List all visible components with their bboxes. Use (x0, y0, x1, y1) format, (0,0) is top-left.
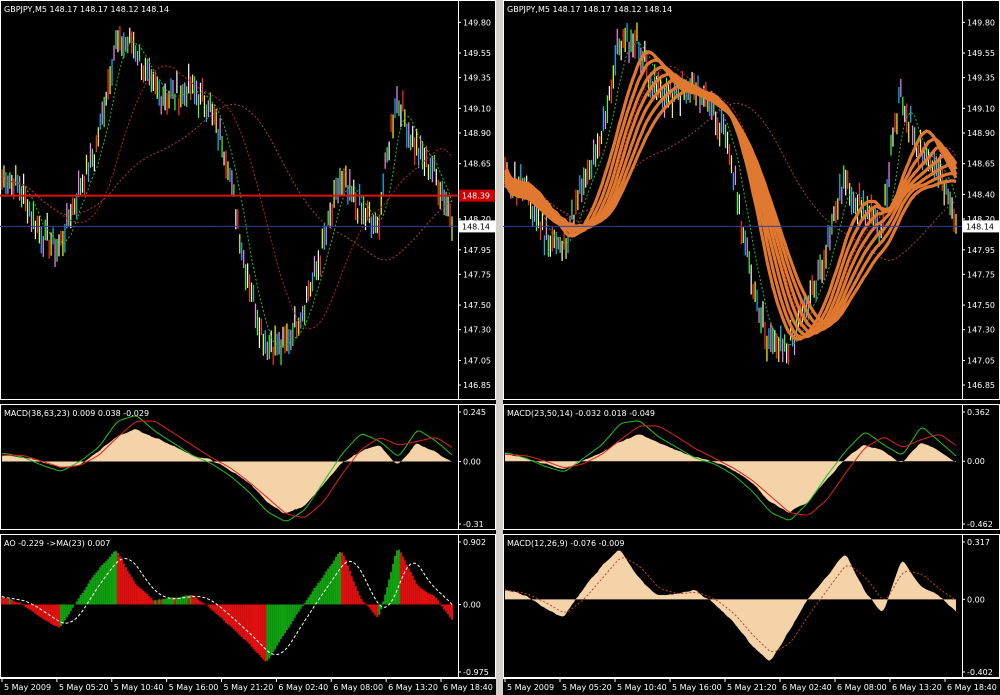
price-tick-label: 148.65 (967, 160, 995, 169)
time-label: 5 May 21:20 (727, 683, 777, 692)
indicator-tick-label: -0.31 (463, 520, 484, 529)
indicator-tick-label: 0.245 (463, 408, 486, 417)
time-label: 5 May 2009 (507, 683, 554, 692)
indicator-tick-label: -0.462 (967, 520, 993, 529)
price-tick-label: 148.90 (967, 129, 995, 138)
price-tick-label: 149.35 (967, 74, 995, 83)
chart-window-left[interactable]: 5 May 2009 5 May 05:20 5 May 10:40 5 May 16… (0, 0, 496, 695)
price-tick-label: 147.50 (463, 301, 491, 310)
price-tick-label: 147.50 (967, 301, 995, 310)
time-label: 6 May 02:40 (278, 683, 328, 692)
symbol-info: GBPJPY,M5 148.17 148.17 148.12 148.14 (4, 5, 169, 14)
time-label: 5 May 16:00 (672, 683, 722, 692)
symbol-info: GBPJPY,M5 148.17 148.17 148.12 148.14 (507, 5, 672, 14)
time-label: 5 May 21:20 (224, 683, 274, 692)
indicator-tick-label: 0.902 (463, 538, 486, 547)
price-tick-label: 149.80 (967, 18, 995, 27)
indicator-label: AO -0.229 ->MA(23) 0.007 (4, 539, 110, 548)
macd-histogram (2, 429, 452, 514)
ma-fast (504, 42, 957, 346)
current-price-label: 148.14 (966, 222, 994, 231)
time-label: 5 May 05:20 (562, 683, 612, 692)
price-tick-label: 147.95 (463, 246, 491, 255)
indicator-tick-label: 0.317 (967, 538, 990, 547)
time-label: 5 May 10:40 (114, 683, 164, 692)
price-tick-label: 147.30 (463, 326, 491, 335)
indicator-tick-label: 0.00 (967, 457, 985, 466)
price-tick-label: 149.10 (463, 104, 491, 113)
price-tick-label: 147.95 (967, 246, 995, 255)
time-label: 5 May 16:00 (169, 683, 219, 692)
chart-window-right[interactable]: 5 May 2009 5 May 05:20 5 May 10:40 5 May 16… (503, 0, 1000, 695)
time-label: 6 May 18:40 (947, 683, 997, 692)
price-tick-label: 148.90 (463, 129, 491, 138)
macd-line (504, 420, 957, 521)
time-label: 6 May 08:00 (333, 683, 383, 692)
ribbon-line (503, 58, 958, 340)
price-tick-label: 149.35 (463, 74, 491, 83)
price-tick-label: 146.85 (463, 381, 491, 390)
ribbon-line (503, 82, 957, 330)
ribbon-line (503, 86, 957, 325)
level-label: 148.39 (462, 192, 490, 201)
price-tick-label: 149.55 (463, 49, 491, 58)
indicator-tick-label: -0.402 (967, 668, 993, 677)
time-label: 5 May 2009 (4, 683, 51, 692)
signal-line (504, 425, 957, 516)
time-label: 5 May 05:20 (59, 683, 109, 692)
signal-line (2, 420, 453, 518)
time-label: 6 May 13:20 (388, 683, 438, 692)
time-label: 5 May 10:40 (617, 683, 667, 692)
price-tick-label: 146.85 (967, 381, 995, 390)
indicator-tick-label: 0.362 (967, 408, 990, 417)
indicator-tick-label: 0.00 (967, 595, 985, 604)
time-label: 6 May 08:00 (837, 683, 887, 692)
price-tick-label: 149.80 (463, 18, 491, 27)
ribbon-line (503, 65, 958, 338)
price-tick-label: 147.75 (967, 270, 995, 279)
chart-svg-right: 5 May 2009 5 May 05:20 5 May 10:40 5 May 16… (503, 0, 1000, 692)
time-label: 6 May 02:40 (782, 683, 832, 692)
price-tick-label: 147.05 (463, 356, 491, 365)
indicator-tick-label: -0.975 (463, 668, 489, 677)
chart-svg-left: 5 May 2009 5 May 05:20 5 May 10:40 5 May 16… (0, 0, 496, 692)
current-price-label: 148.14 (462, 222, 490, 231)
price-tick-label: 147.30 (967, 326, 995, 335)
ma-mid (504, 65, 957, 327)
time-label: 6 May 13:20 (892, 683, 942, 692)
macd-histogram (505, 550, 956, 661)
time-label: 6 May 18:40 (443, 683, 493, 692)
indicator-label: MACD(12,26,9) -0.076 -0.009 (507, 539, 624, 548)
indicator-tick-label: 0.00 (463, 457, 481, 466)
ribbon-line (503, 50, 958, 341)
price-tick-label: 149.10 (967, 104, 995, 113)
price-tick-label: 147.05 (967, 356, 995, 365)
window-splitter[interactable] (496, 0, 503, 695)
ma-fast (1, 41, 453, 348)
indicator-label: MACD(38,63,23) 0.009 0.038 -0.029 (4, 409, 149, 418)
indicator-tick-label: 0.00 (463, 600, 481, 609)
indicator-label: MACD(23,50,14) -0.032 0.018 -0.049 (507, 409, 655, 418)
price-tick-label: 149.55 (967, 49, 995, 58)
price-tick-label: 148.40 (967, 190, 995, 199)
price-tick-label: 147.75 (463, 270, 491, 279)
price-tick-label: 148.65 (463, 160, 491, 169)
